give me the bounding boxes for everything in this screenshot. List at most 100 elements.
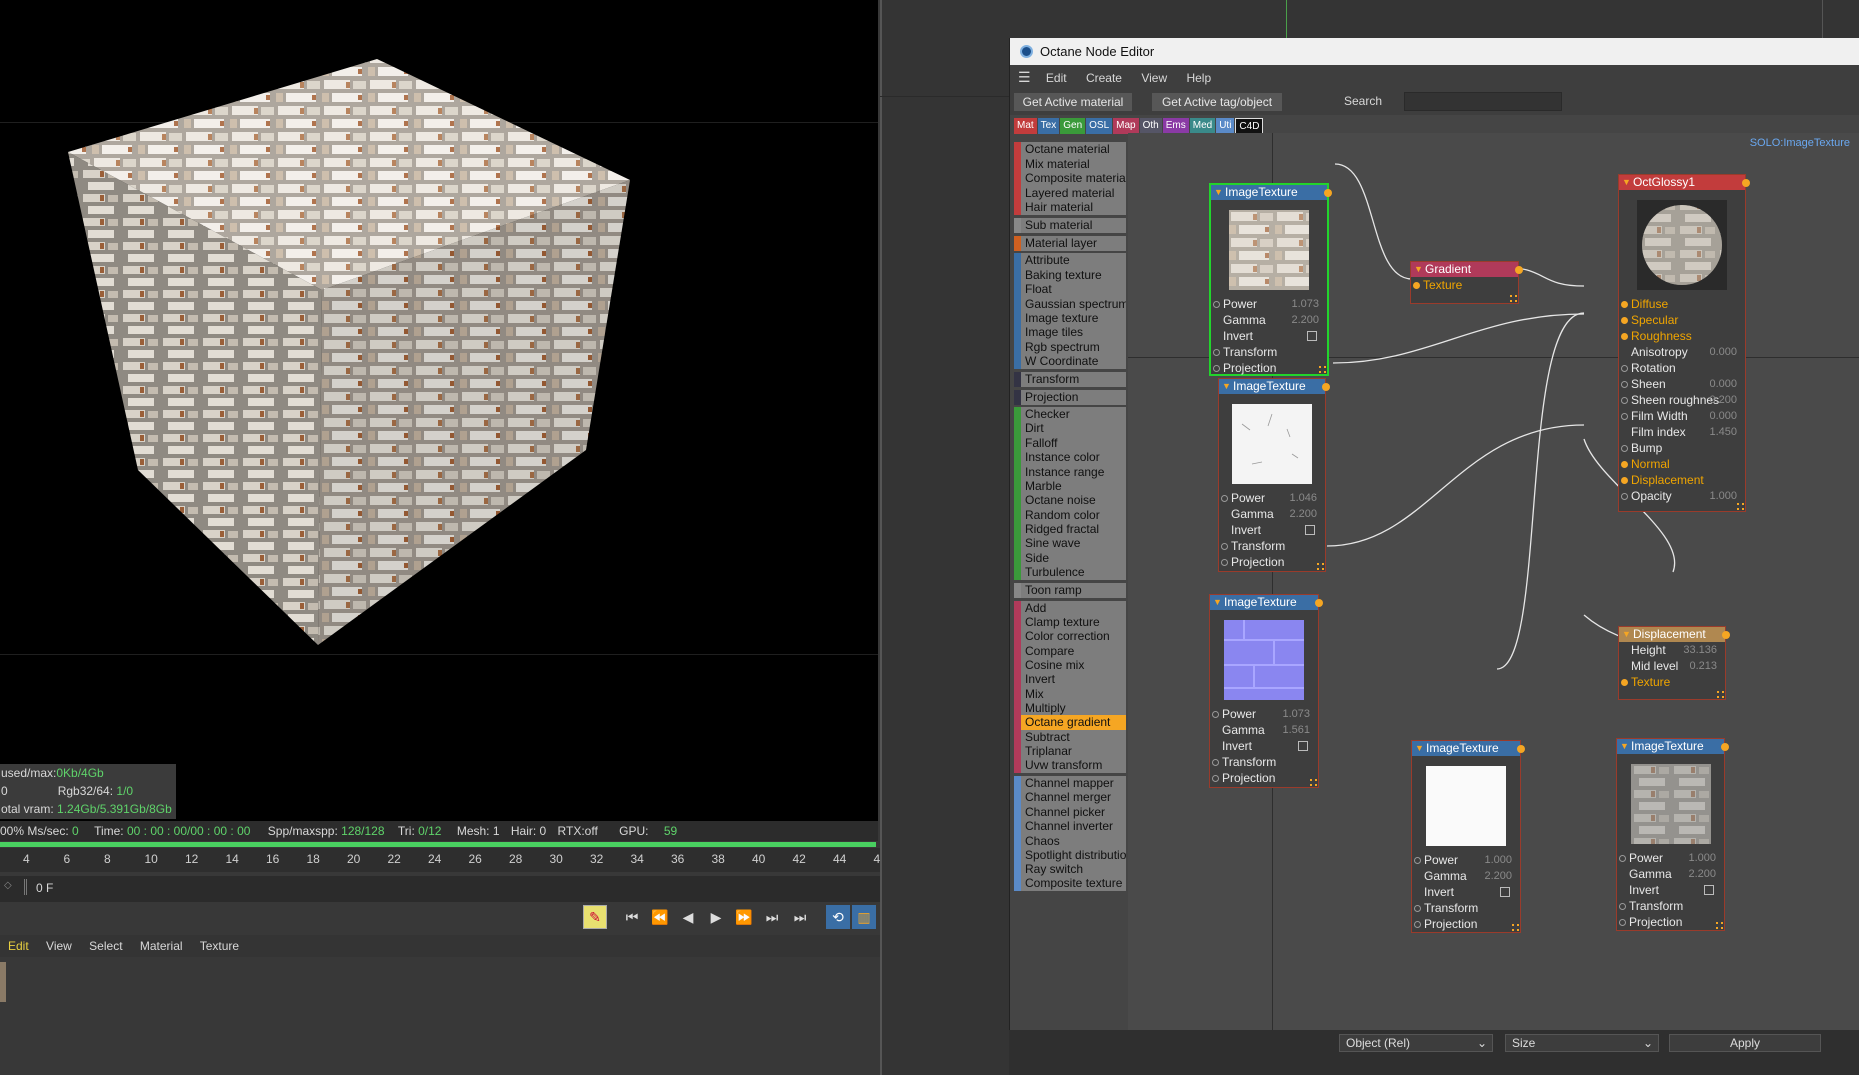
palette-item-toon-ramp[interactable]: Toon ramp xyxy=(1014,583,1126,598)
node-header[interactable]: Displacement xyxy=(1619,627,1730,642)
render-viewport[interactable] xyxy=(0,0,878,823)
category-tab-c4d[interactable]: C4D xyxy=(1235,118,1264,134)
prev-key-button[interactable]: ⏪ xyxy=(648,905,672,929)
power-value[interactable]: 1.000 xyxy=(1688,850,1716,866)
palette-item-channel-mapper[interactable]: Channel mapper xyxy=(1014,776,1126,791)
texture-input[interactable]: Texture xyxy=(1631,675,1670,689)
prev-frame-button[interactable]: ◀ xyxy=(676,905,700,929)
palette-item-subtract[interactable]: Subtract xyxy=(1014,730,1126,745)
goto-end-button[interactable]: ⏭ xyxy=(788,905,812,929)
node-header[interactable]: ImageTexture xyxy=(1617,739,1729,754)
node-header[interactable]: Gradient xyxy=(1411,262,1523,277)
category-tab-uti[interactable]: Uti xyxy=(1216,118,1235,134)
palette-item-channel-merger[interactable]: Channel merger xyxy=(1014,790,1126,805)
power-value[interactable]: 1.073 xyxy=(1291,296,1319,312)
palette-item-octane-noise[interactable]: Octane noise xyxy=(1014,493,1126,508)
palette-item-baking-texture[interactable]: Baking texture xyxy=(1014,268,1126,283)
record-key-button[interactable]: ✎ xyxy=(583,905,607,929)
power-value[interactable]: 1.073 xyxy=(1282,706,1310,722)
next-key-button[interactable]: ⏭ xyxy=(760,905,784,929)
node-header[interactable]: OctGlossy1 xyxy=(1619,175,1750,190)
film-width-input[interactable]: Film Width xyxy=(1631,409,1688,423)
palette-item-projection[interactable]: Projection xyxy=(1014,390,1126,405)
palette-item-uvw-transform[interactable]: Uvw transform xyxy=(1014,758,1126,773)
category-tab-map[interactable]: Map xyxy=(1113,118,1139,134)
image-texture-node-1[interactable]: ImageTexture Power 1.073 Gamma 2.200 Inver… xyxy=(1209,183,1332,376)
oct-glossy-material-node[interactable]: OctGlossy1 Diffuse Specular Roughness An… xyxy=(1618,174,1750,512)
palette-item-sine-wave[interactable]: Sine wave xyxy=(1014,536,1126,551)
menu-material[interactable]: Material xyxy=(140,939,183,953)
frame-bar[interactable]: ◇ 0 F xyxy=(0,876,1009,902)
output-pin[interactable] xyxy=(1721,743,1729,751)
category-tab-tex[interactable]: Tex xyxy=(1037,118,1060,134)
film-index-value[interactable]: 1.450 xyxy=(1709,424,1737,440)
palette-item-ridged-fractal[interactable]: Ridged fractal xyxy=(1014,522,1126,537)
resize-handle-icon[interactable] xyxy=(1317,563,1324,570)
power-value[interactable]: 1.046 xyxy=(1289,490,1317,506)
category-tab-gen[interactable]: Gen xyxy=(1060,118,1086,134)
invert-checkbox[interactable] xyxy=(1298,741,1308,751)
resize-handle-icon[interactable] xyxy=(1512,924,1519,931)
diffuse-input[interactable]: Diffuse xyxy=(1631,297,1668,311)
image-texture-node-3[interactable]: ImageTexture Power 1.073 Gamma 1.561 Inver… xyxy=(1209,594,1323,788)
category-tab-med[interactable]: Med xyxy=(1189,118,1216,134)
get-active-material-button[interactable]: Get Active material xyxy=(1014,93,1132,111)
menu-texture[interactable]: Texture xyxy=(200,939,239,953)
output-pin[interactable] xyxy=(1742,179,1750,187)
palette-item-instance-range[interactable]: Instance range xyxy=(1014,465,1126,480)
goto-start-button[interactable]: ⏮ xyxy=(620,905,644,929)
palette-item-transform[interactable]: Transform xyxy=(1014,372,1126,387)
invert-checkbox[interactable] xyxy=(1704,885,1714,895)
anisotropy-value[interactable]: 0.000 xyxy=(1709,344,1737,360)
palette-item-channel-inverter[interactable]: Channel inverter xyxy=(1014,819,1126,834)
palette-item-sub-material[interactable]: Sub material xyxy=(1014,218,1126,233)
invert-checkbox[interactable] xyxy=(1500,887,1510,897)
palette-item-clamp-texture[interactable]: Clamp texture xyxy=(1014,615,1126,630)
palette-item-compare[interactable]: Compare xyxy=(1014,644,1126,659)
palette-item-invert[interactable]: Invert xyxy=(1014,672,1126,687)
roughness-input[interactable]: Roughness xyxy=(1631,329,1692,343)
sheen-roughness-value[interactable]: 0.200 xyxy=(1709,392,1737,408)
resize-handle-icon[interactable] xyxy=(1310,779,1317,786)
palette-item-random-color[interactable]: Random color xyxy=(1014,508,1126,523)
menu-select[interactable]: Select xyxy=(89,939,122,953)
menu-edit[interactable]: Edit xyxy=(1046,71,1067,85)
timeline-mode-button[interactable]: ▥ xyxy=(852,905,876,929)
category-tab-ems[interactable]: Ems xyxy=(1162,118,1189,134)
mid-level-value[interactable]: 0.213 xyxy=(1689,658,1717,674)
palette-item-turbulence[interactable]: Turbulence xyxy=(1014,565,1126,580)
palette-item-dirt[interactable]: Dirt xyxy=(1014,421,1126,436)
texture-input[interactable]: Texture xyxy=(1423,278,1462,292)
palette-item-attribute[interactable]: Attribute xyxy=(1014,253,1126,268)
output-pin[interactable] xyxy=(1722,631,1730,639)
sheen-roughness-input[interactable]: Sheen roughnes xyxy=(1631,393,1719,407)
palette-item-side[interactable]: Side xyxy=(1014,551,1126,566)
palette-item-layered-material[interactable]: Layered material xyxy=(1014,186,1126,201)
output-pin[interactable] xyxy=(1517,745,1525,753)
palette-item-mix-material[interactable]: Mix material xyxy=(1014,157,1126,172)
film-width-value[interactable]: 0.000 xyxy=(1709,408,1737,424)
palette-item-image-texture[interactable]: Image texture xyxy=(1014,311,1126,326)
loop-button[interactable]: ⟲ xyxy=(826,905,850,929)
sheen-value[interactable]: 0.000 xyxy=(1709,376,1737,392)
frame-arrows-icon[interactable]: ◇ xyxy=(4,880,12,891)
palette-item-octane-gradient[interactable]: Octane gradient xyxy=(1014,715,1126,730)
node-editor-titlebar[interactable]: Octane Node Editor xyxy=(1010,38,1859,65)
invert-checkbox[interactable] xyxy=(1307,331,1317,341)
output-pin[interactable] xyxy=(1515,266,1523,274)
image-texture-node-2[interactable]: ImageTexture Power 1.046 Gamma 2.200 Inver… xyxy=(1218,378,1330,572)
palette-item-triplanar[interactable]: Triplanar xyxy=(1014,744,1126,759)
node-header[interactable]: ImageTexture xyxy=(1210,595,1323,610)
image-texture-node-4[interactable]: ImageTexture Power 1.000 Gamma 2.200 Inver… xyxy=(1411,740,1525,933)
menu-help[interactable]: Help xyxy=(1186,71,1211,85)
output-pin[interactable] xyxy=(1315,599,1323,607)
palette-item-rgb-spectrum[interactable]: Rgb spectrum xyxy=(1014,340,1126,355)
gamma-value[interactable]: 1.561 xyxy=(1282,722,1310,738)
palette-item-hair-material[interactable]: Hair material xyxy=(1014,200,1126,215)
node-palette-list[interactable]: Octane material Mix material Composite mat… xyxy=(1014,142,1126,1026)
resize-handle-icon[interactable] xyxy=(1510,295,1517,302)
get-active-tag-button[interactable]: Get Active tag/object xyxy=(1152,93,1282,111)
resize-handle-icon[interactable] xyxy=(1319,366,1326,373)
bump-input[interactable]: Bump xyxy=(1631,441,1662,455)
node-header[interactable]: ImageTexture xyxy=(1211,185,1332,200)
